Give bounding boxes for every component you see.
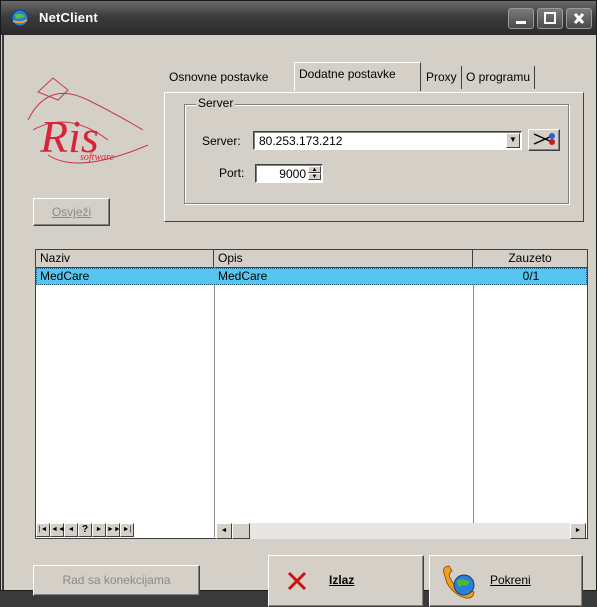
record-navigator: |◄ ◄◄ ◄ ? ► ►► ►| (35, 523, 185, 539)
question-icon: ? (81, 524, 89, 535)
nav-next-page-button[interactable]: ►► (106, 523, 121, 537)
refresh-button-label: Osvježi (51, 205, 92, 219)
close-x-icon (287, 571, 307, 591)
horizontal-scrollbar[interactable]: ◄ ► (216, 523, 586, 539)
tab-osnovne-postavke[interactable]: Osnovne postavke (165, 66, 272, 89)
tab-dodatne-postavke[interactable]: Dodatne postavke (294, 62, 421, 91)
port-spinbox[interactable]: 9000 ▲ ▼ (255, 164, 323, 183)
grid-column-divider (473, 267, 474, 537)
refresh-button[interactable]: Osvježi (33, 198, 110, 226)
next-page-icon: ►► (107, 526, 121, 533)
nav-prev-button[interactable]: ◄ (64, 523, 78, 537)
first-record-icon: |◄ (38, 526, 48, 533)
nav-last-button[interactable]: ►| (120, 523, 134, 537)
spin-up-icon: ▲ (311, 167, 318, 173)
start-button[interactable]: Pokreni (429, 555, 583, 607)
server-value: 80.253.173.212 (259, 134, 343, 148)
chevron-down-icon: ▼ (509, 135, 517, 144)
cell-opis: MedCare (218, 269, 268, 283)
window-title: NetClient (39, 10, 98, 25)
close-button[interactable] (566, 8, 592, 29)
scroll-right-button[interactable]: ► (570, 523, 586, 539)
server-groupbox (184, 104, 569, 204)
prev-record-icon: ◄ (67, 526, 75, 533)
ris-software-logo: Ris software (27, 77, 149, 164)
minimize-button[interactable] (508, 8, 534, 29)
port-field-label: Port: (219, 166, 245, 180)
spin-down-button[interactable]: ▼ (308, 173, 321, 180)
nav-first-button[interactable]: |◄ (36, 523, 50, 537)
port-value: 9000 (279, 167, 306, 181)
chevron-right-icon: ► (574, 527, 582, 534)
spin-down-icon: ▼ (311, 174, 318, 180)
maximize-button[interactable] (537, 8, 563, 29)
cell-zauzeto: 0/1 (522, 269, 540, 283)
combo-dropdown-button[interactable]: ▼ (506, 133, 520, 148)
phone-globe-icon (443, 565, 475, 599)
next-record-icon: ► (95, 526, 103, 533)
table-row[interactable]: MedCare MedCare 0/1 (36, 268, 587, 285)
connections-grid[interactable]: Naziv Opis Zauzeto MedCare MedCare 0/1 (35, 249, 588, 539)
server-combobox[interactable]: 80.253.173.212 ▼ (253, 131, 522, 150)
scroll-left-button[interactable]: ◄ (216, 523, 232, 539)
nav-next-button[interactable]: ► (92, 523, 106, 537)
connections-button-label: Rad sa konekcijama (62, 573, 171, 587)
column-header-naziv[interactable]: Naziv (36, 250, 214, 267)
start-button-label: Pokreni (490, 573, 531, 587)
last-record-icon: ►| (122, 526, 132, 533)
server-group-title: Server (196, 96, 236, 110)
netclient-window: NetClient Ris software Osvježi Osnovne p… (0, 0, 597, 607)
exit-button-label: Izlaz (329, 573, 355, 587)
chevron-left-icon: ◄ (220, 527, 228, 534)
spin-up-button[interactable]: ▲ (308, 166, 321, 173)
maximize-icon (544, 12, 556, 24)
logo-subtext: software (80, 152, 115, 163)
app-globe-icon (11, 9, 29, 27)
minimize-icon (516, 21, 526, 24)
exit-button[interactable]: Izlaz (268, 555, 424, 607)
scroll-thumb[interactable] (232, 523, 250, 539)
nav-search-button[interactable]: ? (78, 523, 92, 537)
title-bar[interactable]: NetClient (1, 1, 596, 35)
column-header-opis[interactable]: Opis (214, 250, 473, 267)
close-icon (573, 13, 585, 24)
scissors-icon (533, 133, 555, 145)
tab-o-programu[interactable]: O programu (462, 66, 536, 89)
prev-page-icon: ◄◄ (51, 526, 65, 533)
cell-naziv: MedCare (40, 269, 90, 283)
server-field-label: Server: (202, 134, 241, 148)
connections-button[interactable]: Rad sa konekcijama (33, 565, 200, 596)
server-tool-button[interactable] (528, 129, 560, 151)
nav-prev-page-button[interactable]: ◄◄ (50, 523, 65, 537)
client-area: Ris software Osvježi Osnovne postavke Do… (2, 35, 595, 607)
grid-column-divider (214, 267, 215, 537)
column-header-zauzeto[interactable]: Zauzeto (473, 250, 587, 267)
tab-proxy[interactable]: Proxy (422, 66, 462, 89)
grid-header: Naziv Opis Zauzeto (36, 250, 587, 268)
